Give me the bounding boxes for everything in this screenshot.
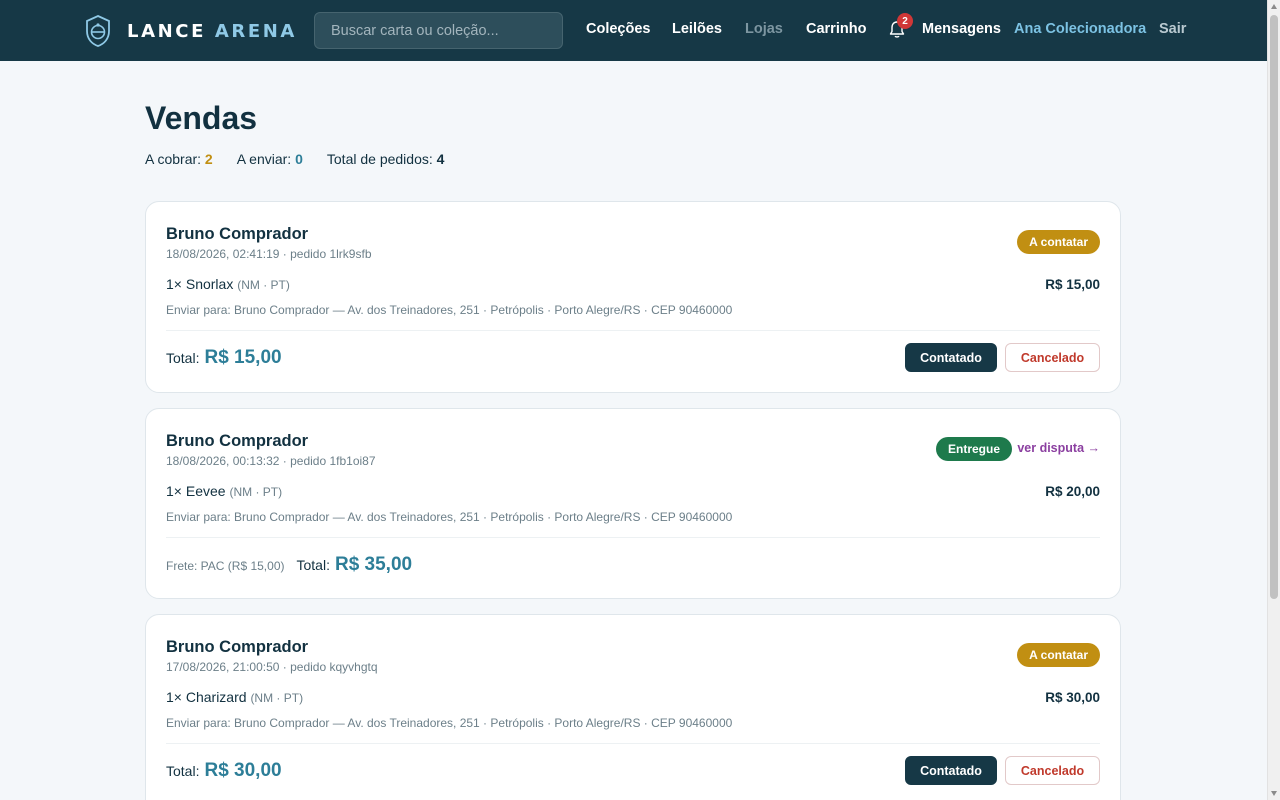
shipping-address: Enviar para: Bruno Comprador — Av. dos T… bbox=[166, 716, 733, 730]
notifications-button[interactable]: 2 bbox=[888, 13, 913, 42]
sales-summary: A cobrar: 2 A enviar: 0 Total de pedidos… bbox=[145, 151, 468, 167]
shipping-address: Enviar para: Bruno Comprador — Av. dos T… bbox=[166, 510, 733, 524]
page-scrollbar[interactable] bbox=[1267, 0, 1280, 800]
card-divider bbox=[166, 743, 1100, 744]
mark-contacted-button[interactable]: Contatado bbox=[905, 343, 997, 372]
buyer-name: Bruno Comprador bbox=[166, 638, 309, 656]
buyer-name: Bruno Comprador bbox=[166, 225, 309, 243]
shield-logo-icon bbox=[86, 15, 110, 47]
status-badge: A contatar bbox=[1017, 643, 1100, 667]
mark-cancelled-button[interactable]: Cancelado bbox=[1005, 343, 1100, 372]
order-meta: 17/08/2026, 21:00:50 · pedido kqyvhgtq bbox=[166, 660, 378, 674]
top-navbar: LANCE ARENA Coleções Leilões Lojas Carri… bbox=[0, 0, 1267, 61]
brand-name: LANCE ARENA bbox=[127, 20, 297, 42]
nav-link-cart[interactable]: Carrinho bbox=[806, 21, 866, 37]
user-profile-link[interactable]: Ana Colecionadora bbox=[1014, 21, 1146, 37]
freight-info: Frete: PAC (R$ 15,00) bbox=[166, 559, 285, 573]
item-price: R$ 30,00 bbox=[1045, 690, 1100, 705]
order-total: Total: R$ 30,00 bbox=[166, 760, 282, 781]
card-divider bbox=[166, 330, 1100, 331]
scroll-down-arrow-icon[interactable] bbox=[1271, 791, 1277, 796]
nav-link-messages[interactable]: Mensagens bbox=[922, 21, 1001, 37]
nav-link-auctions[interactable]: Leilões bbox=[672, 21, 722, 37]
buyer-name: Bruno Comprador bbox=[166, 432, 309, 450]
item-price: R$ 20,00 bbox=[1045, 484, 1100, 499]
scroll-up-arrow-icon[interactable] bbox=[1271, 4, 1277, 9]
nav-link-stores[interactable]: Lojas bbox=[745, 21, 783, 37]
status-badge: Entregue bbox=[935, 437, 1012, 461]
summary-total-orders: Total de pedidos: 4 bbox=[326, 151, 445, 167]
order-card: Bruno Comprador 18/08/2026, 00:13:32 · p… bbox=[145, 408, 1121, 599]
scroll-thumb[interactable] bbox=[1270, 15, 1278, 599]
order-item: 1× Charizard (NM · PT) bbox=[166, 689, 304, 705]
status-badge: A contatar bbox=[1017, 230, 1100, 254]
mark-cancelled-button[interactable]: Cancelado bbox=[1005, 756, 1100, 785]
page-title: Vendas bbox=[145, 100, 258, 136]
notification-count-badge: 2 bbox=[897, 13, 913, 29]
card-divider bbox=[166, 537, 1100, 538]
order-item: 1× Eevee (NM · PT) bbox=[166, 483, 283, 499]
order-item: 1× Snorlax (NM · PT) bbox=[166, 276, 290, 292]
order-total: Total: R$ 15,00 bbox=[166, 347, 282, 368]
order-total-value: R$ 30,00 bbox=[204, 760, 282, 781]
order-meta: 18/08/2026, 02:41:19 · pedido 1lrk9sfb bbox=[166, 247, 372, 261]
brand-logo[interactable]: LANCE ARENA bbox=[84, 14, 297, 48]
nav-link-collections[interactable]: Coleções bbox=[586, 21, 650, 37]
order-total-value: R$ 35,00 bbox=[334, 554, 413, 575]
order-card: Bruno Comprador 18/08/2026, 02:41:19 · p… bbox=[145, 201, 1121, 393]
item-price: R$ 15,00 bbox=[1045, 277, 1100, 292]
mark-contacted-button[interactable]: Contatado bbox=[905, 756, 997, 785]
view-dispute-link[interactable]: ver disputa → bbox=[1017, 441, 1100, 455]
order-card: Bruno Comprador 17/08/2026, 21:00:50 · p… bbox=[145, 614, 1121, 800]
logout-link[interactable]: Sair bbox=[1159, 21, 1186, 37]
summary-to-charge: A cobrar: 2 bbox=[145, 151, 213, 167]
order-meta: 18/08/2026, 00:13:32 · pedido 1fb1oi87 bbox=[166, 454, 376, 468]
shipping-address: Enviar para: Bruno Comprador — Av. dos T… bbox=[166, 303, 733, 317]
order-total: Frete: PAC (R$ 15,00) Total: R$ 35,00 bbox=[166, 554, 413, 575]
order-total-value: R$ 15,00 bbox=[204, 347, 282, 368]
search-input[interactable] bbox=[314, 12, 563, 49]
summary-to-ship: A enviar: 0 bbox=[236, 151, 303, 167]
